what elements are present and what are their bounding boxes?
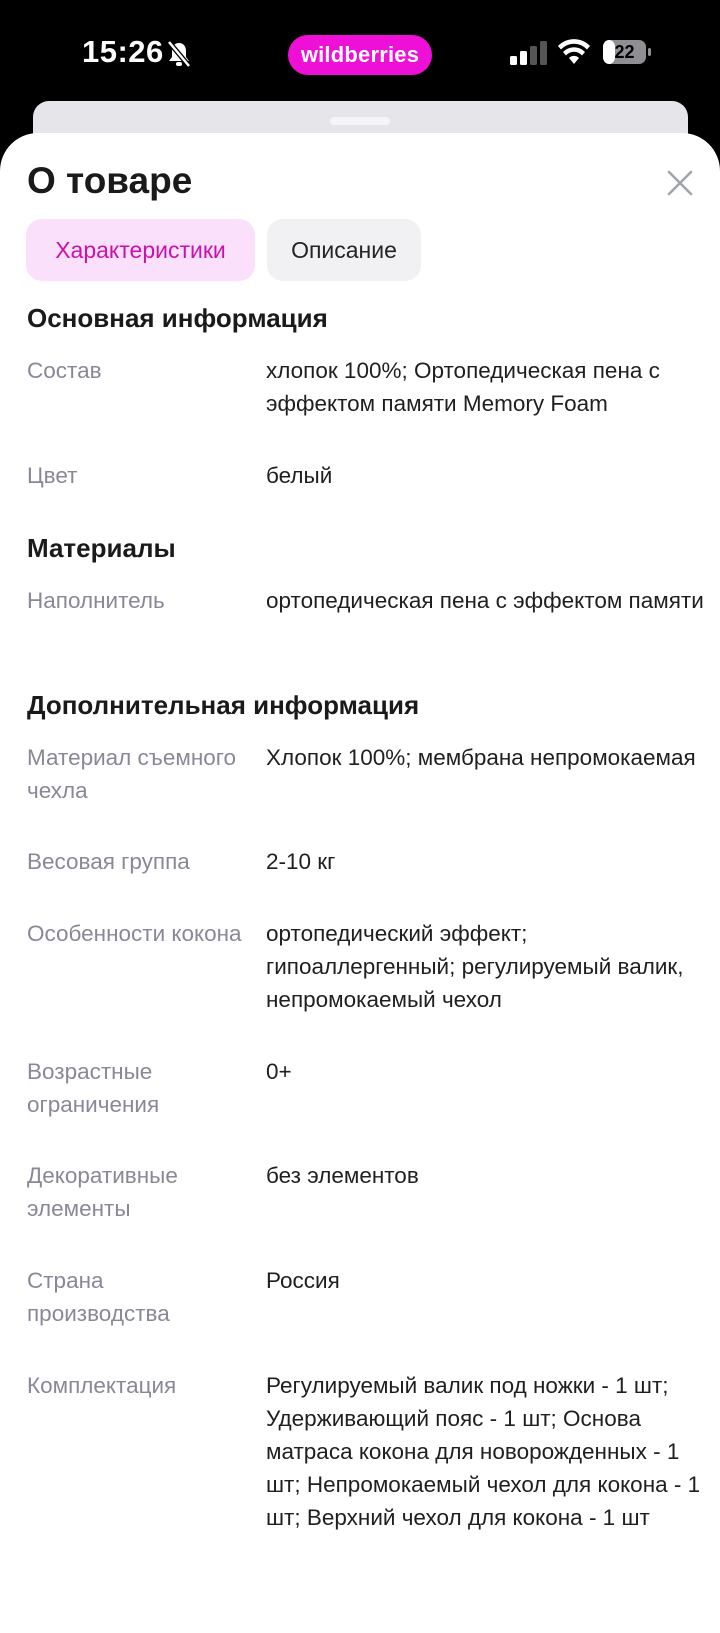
tab-description[interactable]: Описание — [267, 219, 421, 281]
sheet-title: О товаре — [27, 160, 193, 201]
wifi-icon — [558, 39, 590, 64]
section-title-additional-info: Дополнительная информация — [27, 690, 420, 720]
app-pill[interactable]: wildberries — [288, 35, 432, 75]
spec-value: ортопедический эффект; гипоаллергенный; … — [266, 921, 684, 1012]
spec-label: Комплектация — [27, 1373, 177, 1398]
spec-value: Россия — [266, 1268, 340, 1293]
spec-label: Цвет — [27, 463, 78, 488]
spec-value: без элементов — [266, 1163, 419, 1188]
cellular-signal-icon — [510, 41, 547, 65]
close-icon[interactable] — [666, 169, 694, 197]
spec-value: 0+ — [266, 1059, 292, 1084]
tab-characteristics[interactable]: Характеристики — [26, 219, 255, 281]
section-title-main-info: Основная информация — [27, 303, 328, 333]
spec-value: Регулируемый валик под ножки - 1 шт; Уде… — [266, 1373, 701, 1530]
section-title-materials: Материалы — [27, 533, 176, 563]
battery-level: 22 — [614, 41, 635, 62]
spec-label: Декоративные элементы — [27, 1163, 178, 1221]
spec-label: Страна производства — [27, 1268, 170, 1326]
battery-icon: 22 — [602, 39, 652, 65]
spec-label: Состав — [27, 358, 102, 383]
sheet-grabber[interactable] — [330, 117, 390, 125]
spec-value: ортопедическая пена с эффектом памяти — [266, 588, 704, 613]
spec-label: Материал съемного чехла — [27, 745, 237, 803]
spec-label: Наполнитель — [27, 588, 165, 613]
spec-label: Особенности кокона — [27, 921, 242, 946]
spec-value: белый — [266, 463, 333, 488]
status-time: 15:26 — [82, 34, 164, 69]
bell-muted-icon — [167, 40, 191, 68]
spec-label: Весовая группа — [27, 849, 190, 874]
spec-value: хлопок 100%; Ортопедическая пена с эффек… — [266, 358, 660, 416]
spec-value: Хлопок 100%; мембрана непромокаемая — [266, 745, 696, 770]
spec-value: 2-10 кг — [266, 849, 336, 874]
status-bar: 15:26 wildberries 22 — [0, 0, 720, 100]
spec-label: Возрастные ограничения — [27, 1059, 160, 1117]
